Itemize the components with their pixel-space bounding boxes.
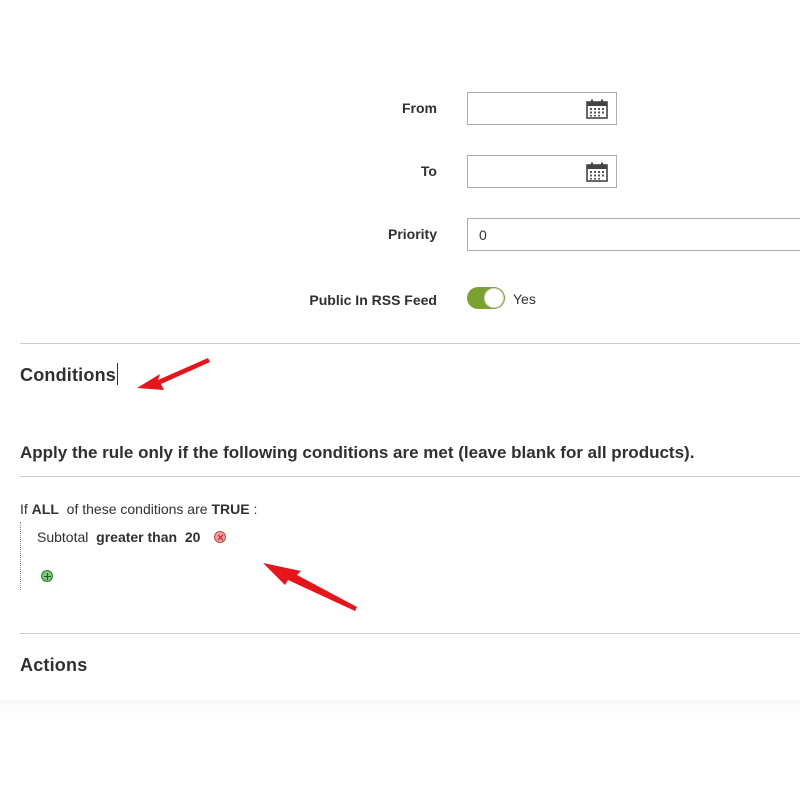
- annotation-arrow-icon: [137, 358, 210, 390]
- divider: [20, 476, 800, 477]
- value-select[interactable]: TRUE: [211, 501, 249, 517]
- rss-toggle-text: Yes: [513, 291, 536, 307]
- actions-section-title[interactable]: Actions: [20, 655, 87, 676]
- calendar-icon[interactable]: [586, 99, 608, 119]
- to-date-input[interactable]: [467, 155, 617, 188]
- divider: [20, 633, 800, 634]
- to-label: To: [420, 163, 437, 179]
- condition-tree-line: [20, 522, 21, 590]
- remove-condition-icon[interactable]: [214, 531, 226, 543]
- rss-label: Public In RSS Feed: [309, 292, 437, 308]
- calendar-icon[interactable]: [586, 162, 608, 182]
- add-condition-icon[interactable]: [41, 570, 53, 582]
- rule-prefix: If: [20, 501, 28, 517]
- priority-input[interactable]: [467, 218, 800, 251]
- rule-aggregator-line: If ALL of these conditions are TRUE :: [20, 501, 257, 517]
- from-label: From: [402, 100, 437, 116]
- divider: [20, 343, 800, 344]
- text-cursor: [117, 363, 118, 385]
- from-field-row: From: [0, 92, 800, 126]
- conditions-section-title[interactable]: Conditions: [20, 365, 116, 386]
- conditions-legend: Apply the rule only if the following con…: [20, 443, 695, 462]
- page-footer-fade: [0, 700, 800, 725]
- priority-field-row: Priority: [0, 218, 800, 252]
- priority-label: Priority: [387, 226, 437, 242]
- rss-toggle[interactable]: [467, 287, 505, 309]
- from-date-input[interactable]: [467, 92, 617, 125]
- condition-item: Subtotal greater than 20: [37, 529, 200, 545]
- annotation-arrow-icon: [263, 563, 357, 611]
- condition-value[interactable]: 20: [185, 529, 201, 545]
- rule-suffix: :: [253, 501, 258, 517]
- aggregator-select[interactable]: ALL: [32, 501, 59, 517]
- condition-attribute[interactable]: Subtotal: [37, 529, 88, 545]
- condition-operator[interactable]: greater than: [96, 529, 177, 545]
- rss-field-row: Public In RSS Feed Yes: [0, 284, 800, 318]
- to-field-row: To: [0, 155, 800, 189]
- rule-middle: of these conditions are: [66, 501, 208, 517]
- toggle-knob: [484, 288, 504, 308]
